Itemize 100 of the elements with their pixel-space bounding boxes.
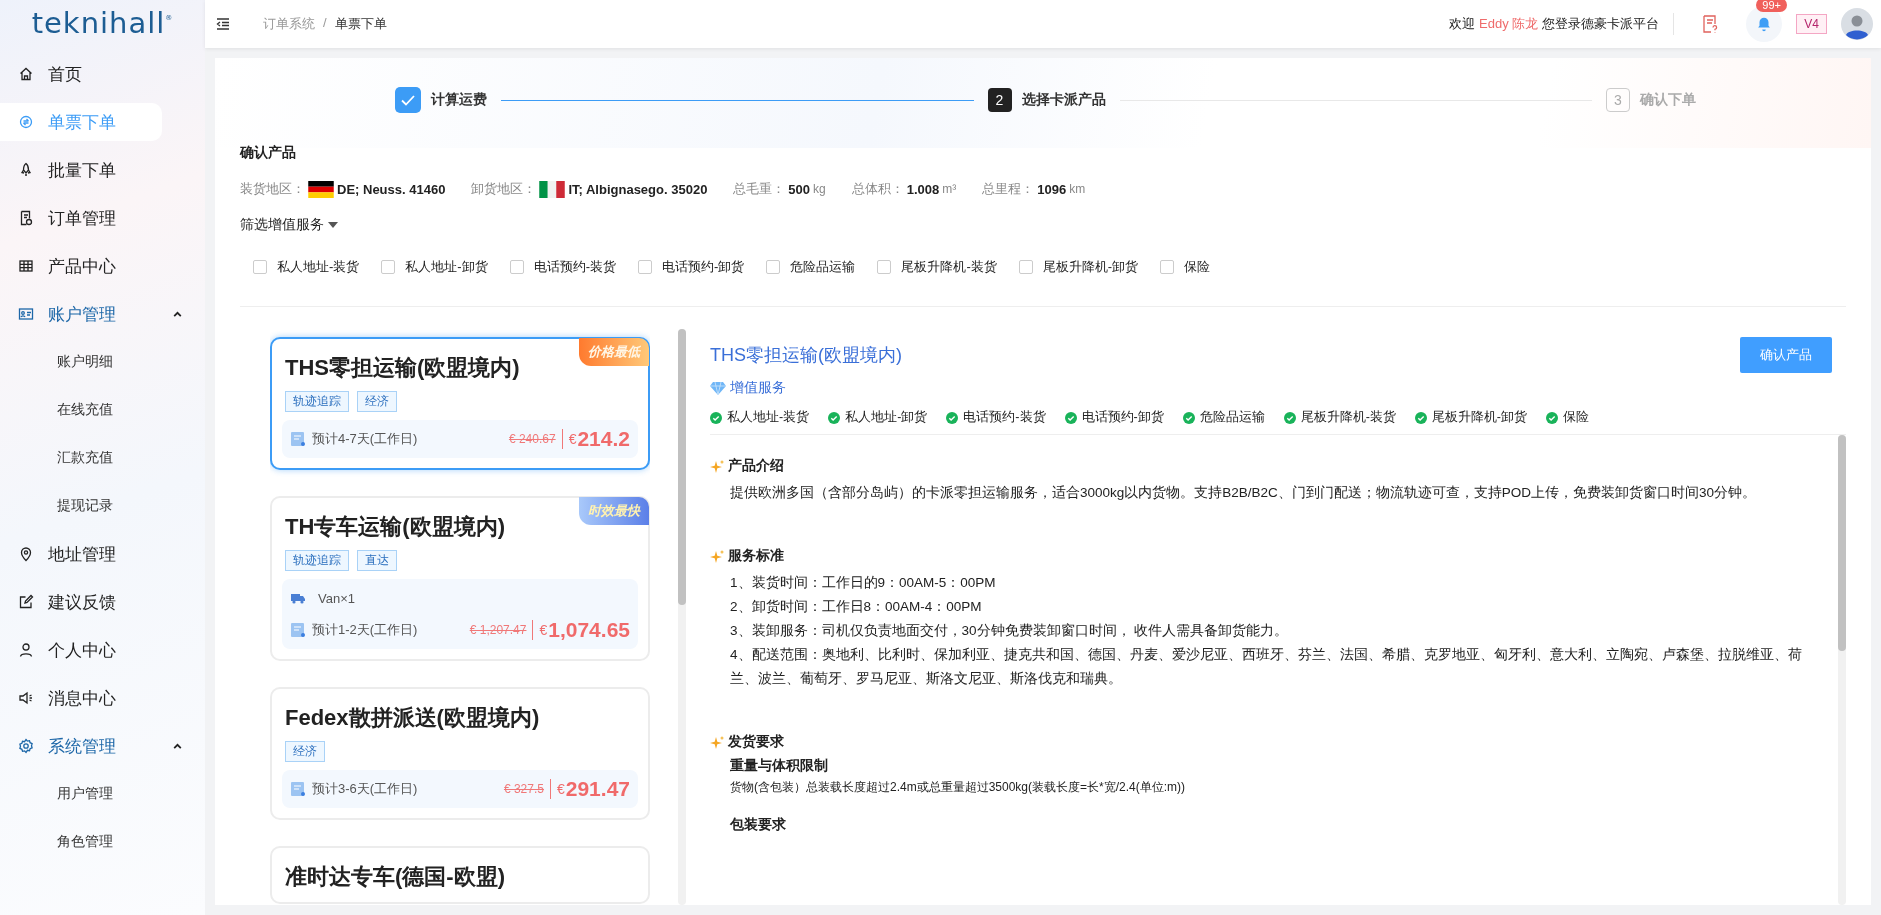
product-title: THS零担运输(欧盟境内) [710,344,902,367]
paragraph: 3、装卸服务：司机仅负责地面交付，30分钟免费装卸窗口时间， 收件人需具备卸货能力。 [730,622,1290,640]
sidebar-item[interactable]: 订单管理 [0,194,162,242]
product-card[interactable]: Fedex散拼派送(欧盟境内) 经济 预计3-6天(工作日) € 327.5 €291.47 [270,687,650,820]
checkbox-label: 危险品运输 [790,258,856,276]
price: 291.47 [565,777,630,801]
checkbox[interactable] [1160,260,1175,274]
service-checkbox[interactable]: 私人地址-卸货 [381,258,488,276]
info-value: DE; Neuss. 41460 [337,181,446,197]
service-checkbox[interactable]: 危险品运输 [766,258,856,276]
check-circle-icon [1182,411,1195,424]
avatar[interactable] [1841,8,1873,40]
original-price: € 240.67 [508,432,556,446]
checkbox[interactable] [766,260,781,274]
check-circle-icon [946,411,959,424]
sidebar-item[interactable]: 批量下单 [0,146,162,194]
service-checkbox[interactable]: 保险 [1160,258,1211,276]
checkbox-label: 私人地址-装货 [277,258,360,276]
location-icon [18,546,34,562]
sidebar-subitem[interactable]: 在线充值 [0,386,113,434]
checkbox[interactable] [1018,260,1033,274]
step-number: 3 [1606,88,1630,112]
user-icon [18,642,34,658]
service-label: 私人地址-装货 [727,409,810,426]
refresh-icon [18,114,34,130]
sidebar-item[interactable]: 产品中心 [0,242,162,290]
sidebar-subitem[interactable]: 用户管理 [0,770,113,818]
user-name: Eddy 陈龙 [1479,15,1539,33]
product-tag: 经济 [357,391,397,412]
breadcrumb-item: 单票下单 [334,15,387,33]
sidebar-item[interactable]: 地址管理 [0,530,162,578]
sidebar-subitem[interactable]: 提现记录 [0,482,113,530]
currency-symbol: € [556,781,565,797]
currency-symbol: € [539,622,548,638]
checkbox[interactable] [877,260,892,274]
step-label: 确认下单 [1640,91,1696,109]
filter-dropdown[interactable]: 筛选增值服务 [240,216,338,234]
step-label: 选择卡派产品 [1021,91,1106,109]
checkbox[interactable] [381,260,396,274]
calendar-icon [290,622,306,638]
info-label: 装货地区： [240,180,305,198]
delivery-estimate: 预计3-6天(工作日) [312,780,418,798]
service-checkbox[interactable]: 电话预约-卸货 [638,258,745,276]
sidebar-item[interactable]: 个人中心 [0,626,162,674]
section-heading: 发货要求 [728,733,784,751]
price: 1,074.65 [548,618,630,642]
sidebar-subitem[interactable]: 账户明细 [0,338,113,386]
paragraph: 4、配送范围：奥地利、比利时、保加利亚、捷克共和国、德国、丹麦、爱沙尼亚、西班牙、芬兰、法国、希腊、克罗地亚、匈牙利、意大利、立陶宛、卢森堡、拉脱维亚、荷兰、波兰、葡萄牙、罗马尼亚、斯洛文尼亚、斯洛伐克和瑞典。 [730,646,1803,688]
sidebar-item[interactable]: 首页 [0,50,162,98]
product-card[interactable]: 时效最快 TH专车运输(欧盟境内) 轨迹追踪 直达 Van×1 预计1-2天(工作日) € 1,207.47 €1,074.65 [270,496,650,661]
checkbox[interactable] [638,260,653,274]
check-circle-icon [1283,411,1296,424]
checkbox-label: 尾板升降机-卸货 [1042,258,1139,276]
section-title: 确认产品 [240,144,297,162]
check-circle-icon [1064,411,1077,424]
scrollbar[interactable] [678,329,686,905]
unit-label: kg [813,182,826,196]
delivery-estimate: 预计1-2天(工作日) [312,621,418,639]
info-label: 总体积： [851,180,904,198]
paragraph: 提供欧洲多国（含部分岛屿）的卡派零担运输服务，适合3000kg以内货物。支持B2B/B2C、门到门配送；物流轨迹可查，支持POD上传，免费装卸货窗口时间30分钟。 [730,484,1758,502]
info-label: 卸货地区： [471,180,537,198]
service-checkbox[interactable]: 尾板升降机-卸货 [1018,258,1139,276]
sidebar-item[interactable]: 账户管理 [0,290,205,338]
menu-icon[interactable] [215,16,231,32]
sidebar-item[interactable]: 消息中心 [0,674,162,722]
settings-icon [18,738,34,754]
service-checkbox[interactable]: 私人地址-装货 [253,258,360,276]
service-checkbox[interactable]: 电话预约-装货 [509,258,617,276]
scrollbar[interactable] [1838,435,1846,905]
product-title: Fedex散拼派送(欧盟境内) [285,704,541,732]
unit-label: km [1069,182,1086,196]
product-card[interactable]: 价格最低 THS零担运输(欧盟境内) 轨迹追踪 经济 预计4-7天(工作日) € 240.67 €214.2 [270,337,650,470]
info-label: 总里程： [982,180,1035,198]
checkbox-label: 电话预约-卸货 [662,258,745,276]
product-card[interactable]: 准时达专车(德国-欧盟) [270,846,650,904]
product-tag: 轨迹追踪 [285,550,349,571]
checkbox[interactable] [253,260,267,274]
sidebar-item[interactable]: 系统管理 [0,722,205,770]
product-title: THS零担运输(欧盟境内) [285,354,521,382]
product-title: 准时达专车(德国-欧盟) [285,863,506,891]
info-value: 1096 [1037,181,1067,197]
delivery-estimate: 预计4-7天(工作日) [312,430,418,448]
paragraph: 2、卸货时间：工作日8：00AM-4：00PM [730,598,983,616]
sidebar-item[interactable]: 建议反馈 [0,578,162,626]
product-tag: 直达 [357,550,397,571]
sidebar-subitem[interactable]: 角色管理 [0,818,113,866]
currency-symbol: € [568,431,577,447]
service-label: 私人地址-卸货 [845,409,928,426]
service-checkbox[interactable]: 尾板升降机-装货 [877,258,997,276]
product-tag: 轨迹追踪 [285,391,349,412]
checkbox[interactable] [509,260,524,274]
checkbox-label: 尾板升降机-装货 [901,258,997,276]
sparkle-icon [710,549,724,563]
sidebar-subitem[interactable]: 汇款充值 [0,434,113,482]
product-title: TH专车运输(欧盟境内) [285,513,506,541]
price: 214.2 [577,427,630,451]
calendar-icon [290,431,306,447]
edit-icon [18,594,34,610]
original-price: € 327.5 [503,782,544,796]
flag-icon [539,180,566,198]
